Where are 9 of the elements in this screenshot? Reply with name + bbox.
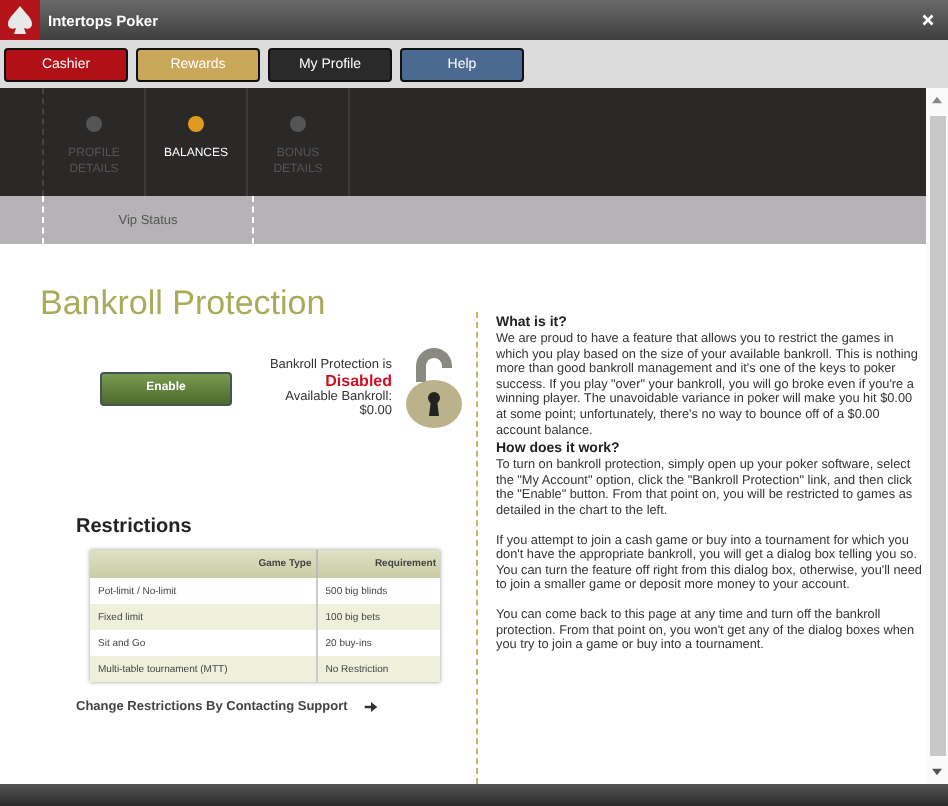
section-heading: Restrictions (76, 516, 194, 538)
scrollbar[interactable] (926, 88, 948, 784)
page-heading: Bankroll Protection (40, 284, 328, 324)
close-icon[interactable] (922, 14, 934, 26)
status-value: Disabled (325, 372, 392, 390)
arrow-icon (363, 702, 378, 712)
padlock-icon (404, 346, 464, 430)
scroll-down-icon[interactable] (932, 768, 942, 776)
scroll-up-icon[interactable] (932, 96, 942, 104)
